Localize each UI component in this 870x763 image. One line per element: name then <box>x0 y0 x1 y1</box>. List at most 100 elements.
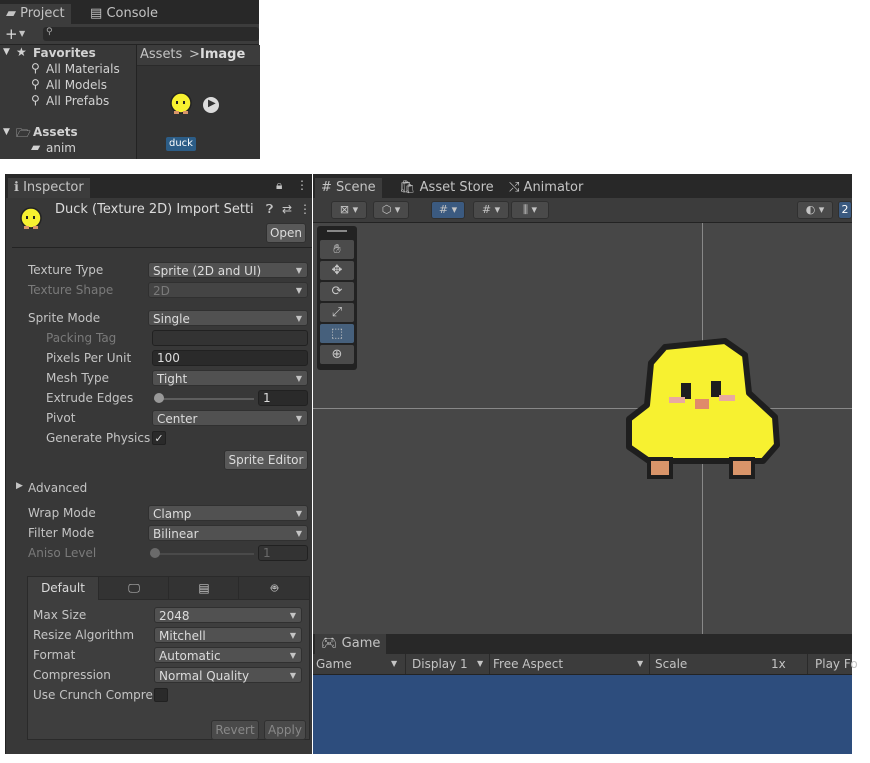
filter-mode-dropdown[interactable]: Bilinear ▼ <box>148 525 308 541</box>
project-tree: ▼ ★ Favorites ⚲ All Materials ⚲ All Mode… <box>0 45 135 159</box>
extrude-edges-slider[interactable] <box>154 398 254 400</box>
tab-animator[interactable]: ⤭ Animator <box>503 178 589 198</box>
play-focused-dropdown[interactable]: Play Fo <box>815 656 858 672</box>
help-icon[interactable]: ❓︎ <box>266 202 273 217</box>
apply-button[interactable]: Apply <box>264 720 306 740</box>
rotate-tool-icon[interactable]: ⟳ <box>320 282 354 301</box>
preset-icon[interactable]: ⇄ <box>282 202 292 216</box>
aniso-level-label: Aniso Level <box>28 546 97 560</box>
lock-icon[interactable]: 🔒︎ <box>276 178 282 193</box>
max-size-dropdown[interactable]: 2048 ▼ <box>154 607 302 623</box>
view-mode-button[interactable]: ⬡ ▾ <box>373 201 409 219</box>
scale-tool-icon[interactable]: ⤢ <box>320 303 354 322</box>
hand-tool-icon[interactable]: ✋︎ <box>320 240 354 259</box>
favorites-label[interactable]: Favorites <box>33 46 96 60</box>
magnifier-icon: ⚲ <box>31 93 40 107</box>
assets-label[interactable]: Assets <box>33 125 78 139</box>
project-tabbar: ▰ Project ▤ Console <box>0 0 259 24</box>
advanced-foldout[interactable]: Advanced <box>28 481 87 495</box>
move-tool-icon[interactable]: ✥ <box>320 261 354 280</box>
breadcrumb-current[interactable]: Image <box>200 47 245 62</box>
mesh-type-dropdown[interactable]: Tight ▼ <box>152 370 308 386</box>
use-crunch-checkbox[interactable] <box>154 688 168 702</box>
sprite-mode-dropdown[interactable]: Single ▼ <box>148 310 308 326</box>
pixels-per-unit-field[interactable]: 100 <box>152 350 308 366</box>
transform-tool-icon[interactable]: ⊕ <box>320 345 354 364</box>
grid-snap-button[interactable]: # ▾ <box>431 201 465 219</box>
revert-button[interactable]: Revert <box>211 720 259 740</box>
favorite-item[interactable]: All Prefabs <box>46 94 109 108</box>
camera-settings-button[interactable]: ◐ ▾ <box>797 201 833 219</box>
asset-folder-anim[interactable]: anim <box>46 141 76 155</box>
texture-shape-label: Texture Shape <box>28 283 114 297</box>
favorite-item[interactable]: All Materials <box>46 62 120 76</box>
pivot-label: Pivot <box>46 411 76 425</box>
platform-settings: Default 🖵 ▤ 🤖︎ Max Size 2048 ▼ Resize Alg… <box>27 576 310 740</box>
kebab-menu-icon[interactable]: ⋮ <box>299 202 311 216</box>
asset-name-label[interactable]: duck <box>166 137 196 151</box>
tab-inspector[interactable]: ℹ Inspector <box>8 178 90 198</box>
sprite-editor-button[interactable]: Sprite Editor <box>224 450 308 470</box>
compression-dropdown[interactable]: Normal Quality ▼ <box>154 667 302 683</box>
tab-console[interactable]: ▤ Console <box>84 4 164 24</box>
breadcrumb-root[interactable]: Assets <box>140 47 182 62</box>
chevron-down-icon: ▼ <box>637 659 644 668</box>
slider-thumb[interactable] <box>154 393 164 403</box>
server-icon[interactable]: ▤ <box>168 577 239 599</box>
generate-physics-checkbox[interactable]: ✓ <box>152 431 166 445</box>
pivot-dropdown[interactable]: Center ▼ <box>152 410 308 426</box>
texture-shape-dropdown: 2D ▼ <box>148 282 308 298</box>
expand-advanced-icon[interactable]: ▶ <box>16 481 23 491</box>
open-button[interactable]: Open <box>266 223 306 243</box>
console-icon: ▤ <box>90 6 103 21</box>
kebab-menu-icon[interactable]: ⋮ <box>296 178 308 192</box>
grid-icon: # <box>321 180 332 195</box>
tab-default[interactable]: Default <box>28 577 98 600</box>
breadcrumb: Assets > Image <box>137 45 260 66</box>
mesh-type-label: Mesh Type <box>46 371 109 385</box>
game-toolbar: Game ▼ Display 1 ▼ Free Aspect ▼ Scale 1… <box>313 654 858 689</box>
tab-project[interactable]: ▰ Project <box>0 4 71 24</box>
chevron-down-icon: ▼ <box>289 631 296 640</box>
max-size-label: Max Size <box>33 608 87 622</box>
expand-assets-icon[interactable]: ▼ <box>3 127 10 137</box>
tab-game[interactable]: 🎮︎ Game <box>315 634 387 654</box>
gizmo-button[interactable]: ⫼ ▾ <box>511 201 549 219</box>
pixels-per-unit-label: Pixels Per Unit <box>46 351 132 365</box>
magnifier-icon: ⚲ <box>31 61 40 75</box>
magnifier-icon: ⚲ <box>31 77 40 91</box>
duck-thumbnail[interactable] <box>167 91 195 117</box>
increment-snap-button[interactable]: # ▾ <box>473 201 509 219</box>
draw-mode-button[interactable]: ⊠ ▾ <box>331 201 367 219</box>
rect-tool-icon[interactable]: ⬚ <box>320 324 354 343</box>
texture-type-dropdown[interactable]: Sprite (2D and UI) ▼ <box>148 262 308 278</box>
view-2d-button[interactable]: 2 <box>838 201 852 219</box>
scene-viewport[interactable] <box>313 223 852 634</box>
chevron-down-icon: ▼ <box>295 286 302 295</box>
tab-scene[interactable]: # Scene <box>315 178 382 198</box>
desktop-icon[interactable]: 🖵 <box>98 577 169 599</box>
format-dropdown[interactable]: Automatic ▼ <box>154 647 302 663</box>
search-input[interactable]: ⚲ <box>43 27 259 41</box>
favorite-item[interactable]: All Models <box>46 78 107 92</box>
folder-icon: ▰ <box>31 140 41 154</box>
chevron-down-icon[interactable]: ▼ <box>19 29 25 38</box>
wrap-mode-dropdown[interactable]: Clamp ▼ <box>148 505 308 521</box>
android-icon[interactable]: 🤖︎ <box>238 577 310 599</box>
inspector-title: Duck (Texture 2D) Import Setti <box>55 202 254 217</box>
aspect-dropdown[interactable]: Free Aspect <box>493 656 563 672</box>
duck-sprite[interactable] <box>625 335 781 485</box>
play-icon[interactable]: ▶ <box>203 97 219 113</box>
compression-label: Compression <box>33 668 111 682</box>
extrude-edges-field[interactable]: 1 <box>258 390 308 406</box>
animator-icon: ⤭ <box>509 180 520 195</box>
drag-handle[interactable] <box>327 230 347 232</box>
game-view[interactable] <box>313 675 852 754</box>
tab-asset-store[interactable]: 🛍︎ Asset Store <box>393 178 500 198</box>
add-button[interactable]: + <box>5 25 18 43</box>
display-dropdown[interactable]: Display 1 <box>412 656 468 672</box>
duck-icon <box>18 206 44 232</box>
display-mode-dropdown[interactable]: Game <box>316 656 352 672</box>
expand-favorites-icon[interactable]: ▼ <box>3 47 10 57</box>
resize-algorithm-dropdown[interactable]: Mitchell ▼ <box>154 627 302 643</box>
